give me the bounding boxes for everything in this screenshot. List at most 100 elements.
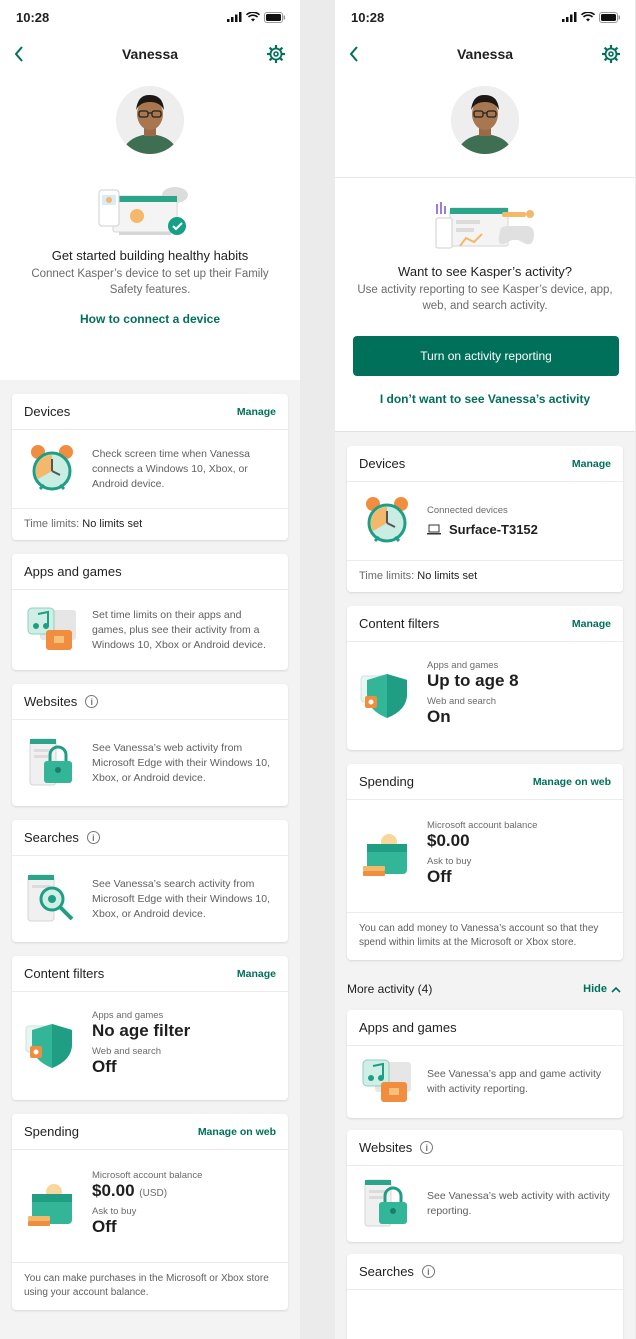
time-limits-row: Time limits: No limits set (12, 508, 288, 540)
websites-desc: See Vanessa’s web activity from Microsof… (92, 741, 270, 784)
apps-games-card[interactable]: Apps and games Set time limits on their … (12, 554, 288, 670)
apps-games-icon (362, 1059, 411, 1102)
more-activity-label: More activity (4) (347, 982, 433, 996)
signal-icon (227, 12, 242, 22)
devices-card: Devices Manage Connected devices Surface… (347, 446, 623, 592)
apps-games-card[interactable]: Apps and games See Vanessa’s app and gam… (347, 1010, 623, 1118)
status-time: 10:28 (351, 9, 385, 25)
info-icon[interactable]: i (86, 831, 100, 844)
searches-header: Searches i (347, 1254, 623, 1290)
page-title: Vanessa (121, 46, 179, 62)
spending-manage-web-link[interactable]: Manage on web (533, 776, 611, 788)
spending-note: You can make purchases in the Microsoft … (12, 1262, 288, 1310)
websites-card[interactable]: Websites i See Vanessa’s web activity fro… (12, 684, 288, 806)
settings-button[interactable] (266, 44, 286, 64)
content-filters-manage-link[interactable]: Manage (237, 968, 276, 980)
search-magnifier-icon (27, 874, 74, 922)
websites-card[interactable]: Websites i See Vanessa’s web activity wit… (347, 1130, 623, 1242)
promo-subtitle: Connect Kasper’s device to set up their … (31, 268, 269, 296)
devices-card-header: Devices Manage (12, 394, 288, 430)
time-limits-label: Time limits: (24, 518, 80, 530)
profile-header: 10:28 Vanessa (335, 0, 635, 178)
decline-activity-link[interactable]: I don’t want to see Vanessa’s activity (353, 392, 617, 406)
status-time: 10:28 (16, 9, 50, 25)
devices-title: Devices (359, 456, 406, 471)
apps-games-header: Apps and games (347, 1010, 623, 1046)
web-search-filter-label: Web and search (427, 696, 497, 707)
avatar (116, 86, 184, 154)
connect-device-link[interactable]: How to connect a device (18, 312, 282, 326)
activity-promo-section: Want to see Kasper’s activity? Use activ… (335, 178, 635, 432)
turn-on-activity-reporting-button[interactable]: Turn on activity reporting (353, 336, 619, 376)
alarm-clock-icon (31, 445, 73, 491)
searches-title: Searches (24, 830, 79, 845)
lock-browser-icon (29, 738, 72, 786)
spending-title: Spending (359, 774, 414, 789)
left-screen: 10:28 Vanessa Get started building healt… (0, 0, 300, 1339)
get-started-section: Get started building healthy habits Conn… (0, 182, 300, 326)
content-filters-card: Content filters Manage Apps and games Up… (347, 606, 623, 750)
devices-manage-link[interactable]: Manage (572, 458, 611, 470)
activity-illustration-icon (435, 202, 534, 249)
balance-value: $0.00 (427, 831, 470, 850)
apps-games-desc: See Vanessa’s app and game activity with… (427, 1068, 602, 1095)
status-icons (227, 11, 286, 23)
spending-card: Spending Manage on web Microsoft account… (347, 764, 623, 960)
info-icon[interactable]: i (421, 1265, 435, 1278)
back-button[interactable] (345, 43, 363, 65)
ask-to-buy-value: Off (92, 1217, 117, 1236)
apps-games-filter-value: No age filter (92, 1021, 191, 1040)
device-row[interactable]: Surface-T3152 (427, 522, 538, 537)
status-icons (562, 11, 621, 23)
info-icon[interactable]: i (420, 1141, 434, 1154)
info-icon[interactable]: i (85, 695, 99, 708)
devices-card: Devices Manage Check screen time when Va… (12, 394, 288, 540)
searches-card[interactable]: Searches i (347, 1254, 623, 1339)
content-filters-header: Content filters Manage (347, 606, 623, 642)
hide-more-activity-link[interactable]: Hide (583, 983, 621, 995)
apps-games-desc: Set time limits on their apps and games,… (92, 608, 266, 651)
spending-manage-web-link[interactable]: Manage on web (198, 1126, 276, 1138)
device-name: Surface-T3152 (449, 522, 538, 537)
battery-icon (599, 11, 620, 23)
person-photo-icon (116, 86, 184, 154)
web-search-filter-value: On (427, 707, 451, 726)
searches-card[interactable]: Searches i See Vanessa’s search activity … (12, 820, 288, 942)
searches-header: Searches i (12, 820, 288, 856)
websites-header: Websites i (347, 1130, 623, 1166)
balance-value-row: $0.00 (USD) (92, 1181, 202, 1201)
battery-icon (264, 11, 285, 23)
spending-values: Microsoft account balance $0.00 Ask to b… (427, 820, 537, 892)
spending-body: Microsoft account balance $0.00 (USD) As… (12, 1150, 288, 1262)
apps-games-title: Apps and games (359, 1020, 457, 1035)
gear-icon (602, 45, 620, 63)
hide-label: Hide (583, 983, 607, 995)
websites-title: Websites (359, 1140, 413, 1155)
connected-devices-label: Connected devices (427, 505, 508, 516)
promo-title: Get started building healthy habits (51, 248, 249, 263)
spending-header: Spending Manage on web (12, 1114, 288, 1150)
back-button[interactable] (10, 43, 28, 65)
spending-values: Microsoft account balance $0.00 (USD) As… (92, 1170, 202, 1242)
connected-devices: Connected devices Surface-T3152 (427, 505, 538, 537)
searches-desc: See Vanessa’s search activity from Micro… (92, 877, 270, 920)
ask-to-buy-label: Ask to buy (92, 1206, 137, 1217)
content-filters-values: Apps and games Up to age 8 Web and searc… (427, 660, 519, 732)
websites-title-row: Websites i (24, 694, 99, 709)
websites-title-row: Websites i (359, 1140, 434, 1155)
apps-games-filter-value: Up to age 8 (427, 671, 519, 690)
devices-card-body: Connected devices Surface-T3152 (347, 482, 623, 560)
searches-title-row: Searches i (359, 1264, 435, 1279)
searches-title: Searches (359, 1264, 414, 1279)
wifi-icon (581, 12, 595, 22)
settings-button[interactable] (601, 44, 621, 64)
chevron-up-icon (611, 986, 621, 993)
searches-body (347, 1290, 623, 1339)
right-screen: 10:28 Vanessa Want to see Kasper’s activ… (335, 0, 635, 1339)
devices-manage-link[interactable]: Manage (237, 406, 276, 418)
spending-note: You can add money to Vanessa’s account s… (347, 912, 623, 960)
time-limits-value: No limits set (417, 570, 478, 582)
web-search-filter-label: Web and search (92, 1046, 162, 1057)
content-filters-manage-link[interactable]: Manage (572, 618, 611, 630)
devices-illustration (18, 182, 282, 242)
